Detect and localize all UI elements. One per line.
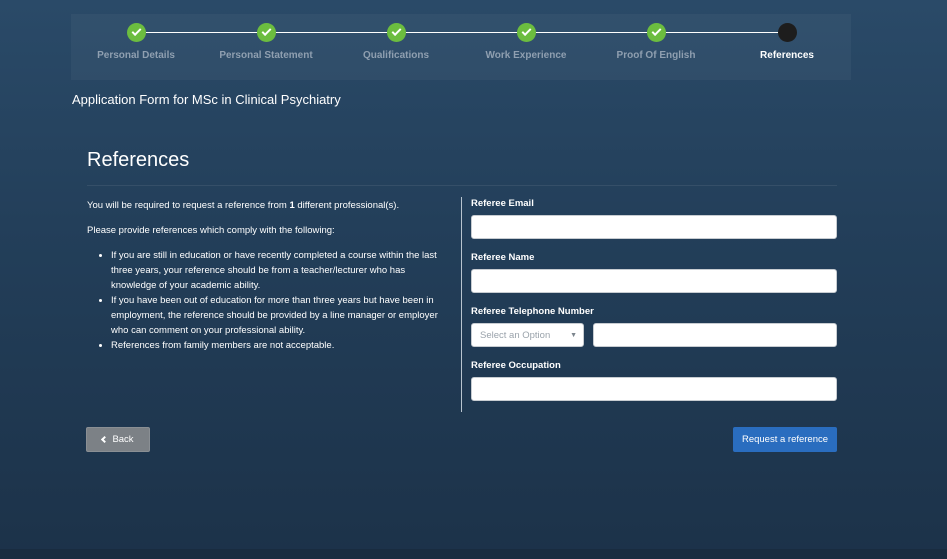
step-label: Proof Of English (616, 50, 696, 61)
step-label: References (760, 50, 814, 61)
step-label: Personal Details (97, 50, 175, 61)
phone-row: Select an Option ▼ (471, 323, 837, 347)
step-complete-indicator (256, 23, 276, 42)
step-personal-details[interactable]: Personal Details (71, 23, 201, 61)
list-item: If you are still in education or have re… (111, 248, 452, 293)
step-complete-indicator (386, 23, 406, 42)
step-current-indicator (777, 23, 797, 42)
step-complete-indicator (516, 23, 536, 42)
chevron-left-icon (101, 435, 109, 444)
referee-email-input[interactable] (471, 215, 837, 239)
back-button[interactable]: Back (86, 427, 150, 452)
step-label: Qualifications (362, 50, 430, 61)
select-placeholder: Select an Option (480, 329, 551, 341)
section-title: References (87, 149, 190, 171)
footer-band (0, 549, 947, 559)
step-work-experience[interactable]: Work Experience (461, 23, 591, 61)
column-divider (461, 197, 462, 412)
check-icon (391, 26, 401, 37)
step-qualifications[interactable]: Qualifications (331, 23, 461, 61)
step-complete-indicator (126, 23, 146, 42)
referee-name-input[interactable] (471, 269, 837, 293)
referee-occupation-input[interactable] (471, 377, 837, 401)
step-label: Work Experience (485, 50, 567, 61)
comply-text: Please provide references which comply w… (87, 225, 335, 236)
intro-text: You will be required to request a refere… (87, 198, 452, 213)
intro-prefix: You will be required to request a refere… (87, 200, 290, 211)
check-icon (651, 26, 661, 37)
request-reference-button[interactable]: Request a reference (733, 427, 837, 452)
progress-stepper: Personal Details Personal Statement Qual… (71, 14, 851, 80)
request-button-label: Request a reference (741, 434, 829, 445)
country-code-select[interactable]: Select an Option ▼ (471, 323, 584, 347)
check-icon (521, 26, 531, 37)
back-button-label: Back (112, 434, 134, 445)
reference-instructions: You will be required to request a refere… (87, 198, 452, 353)
caret-down-icon: ▼ (570, 331, 577, 339)
list-item: References from family members are not a… (111, 338, 452, 353)
referee-email-label: Referee Email (471, 198, 534, 209)
step-references[interactable]: References (722, 23, 852, 61)
step-complete-indicator (646, 23, 666, 42)
list-item: If you have been out of education for mo… (111, 293, 452, 338)
referee-name-label: Referee Name (471, 252, 535, 263)
application-title: Application Form for MSc in Clinical Psy… (72, 92, 341, 107)
step-personal-statement[interactable]: Personal Statement (201, 23, 331, 61)
referee-form: Referee Email Referee Name Referee Telep… (471, 198, 837, 414)
step-proof-of-english[interactable]: Proof Of English (591, 23, 721, 61)
step-label: Personal Statement (219, 50, 313, 61)
referee-phone-label: Referee Telephone Number (471, 306, 594, 317)
check-icon (261, 26, 271, 37)
check-icon (131, 26, 141, 37)
intro-suffix: different professional(s). (294, 200, 400, 211)
title-divider (87, 185, 837, 186)
requirements-list: If you are still in education or have re… (87, 248, 452, 353)
referee-occupation-label: Referee Occupation (471, 360, 561, 371)
referee-phone-input[interactable] (593, 323, 837, 347)
